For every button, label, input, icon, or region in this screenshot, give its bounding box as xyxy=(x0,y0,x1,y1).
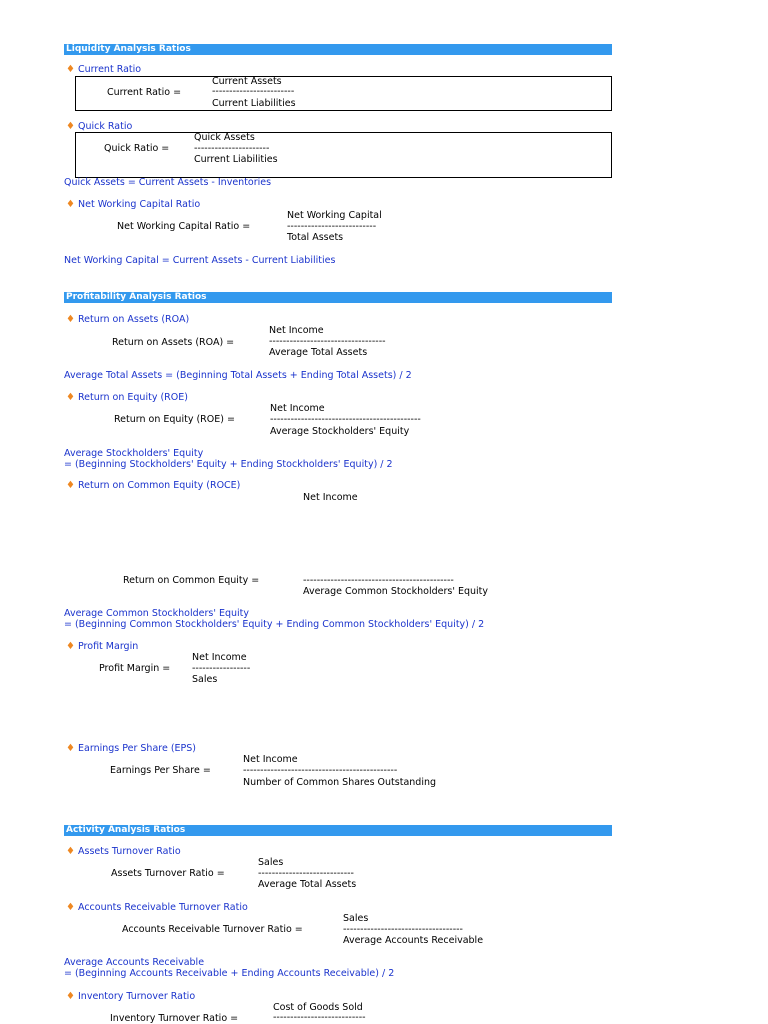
formula-numerator: Sales xyxy=(343,913,369,924)
formula-denominator: Current Liabilities xyxy=(194,154,278,165)
heading-ar-turnover: ♦ Accounts Receivable Turnover Ratio xyxy=(66,902,248,913)
formula-divider: ----------------------------------------… xyxy=(270,414,421,425)
formula-divider: ----------------- xyxy=(192,663,251,674)
formula-label: Assets Turnover Ratio = xyxy=(111,868,225,879)
heading-roce: ♦ Return on Common Equity (ROCE) xyxy=(66,480,241,491)
formula-divider: ---------------------------------- xyxy=(269,336,386,347)
heading-profit-margin: ♦ Profit Margin xyxy=(66,641,139,652)
diamond-bullet-icon: ♦ xyxy=(66,64,75,75)
formula-denominator: Sales xyxy=(192,674,218,685)
formula-numerator: Sales xyxy=(258,857,284,868)
heading-asset-turnover: ♦ Assets Turnover Ratio xyxy=(66,846,181,857)
heading-roe: ♦ Return on Equity (ROE) xyxy=(66,392,188,403)
formula-divider: ------------------------ xyxy=(212,86,295,97)
diamond-bullet-icon: ♦ xyxy=(66,121,75,132)
formula-numerator: Net Income xyxy=(303,492,358,503)
formula-numerator: Net Income xyxy=(269,325,324,336)
formula-label: Inventory Turnover Ratio = xyxy=(110,1013,239,1024)
formula-denominator: Current Liabilities xyxy=(212,98,296,109)
diamond-bullet-icon: ♦ xyxy=(66,902,75,913)
formula-numerator: Net Income xyxy=(192,652,247,663)
formula-divider: ---------------------- xyxy=(194,143,270,154)
formula-numerator: Net Working Capital xyxy=(287,210,382,221)
diamond-bullet-icon: ♦ xyxy=(66,991,75,1002)
formula-divider: ----------------------------------- xyxy=(343,924,463,935)
formula-label: Quick Ratio = xyxy=(104,143,170,154)
formula-denominator: Average Common Stockholders' Equity xyxy=(303,586,489,597)
heading-quick-ratio: ♦ Quick Ratio xyxy=(66,121,133,132)
formula-label: Current Ratio = xyxy=(107,87,182,98)
definition-note: = (Beginning Common Stockholders' Equity… xyxy=(64,619,485,630)
formula-label: Profit Margin = xyxy=(99,663,171,674)
heading-inventory-turnover: ♦ Inventory Turnover Ratio xyxy=(66,991,196,1002)
heading-eps: ♦ Earnings Per Share (EPS) xyxy=(66,743,197,754)
formula-numerator: Quick Assets xyxy=(194,132,255,143)
formula-denominator: Average Accounts Receivable xyxy=(343,935,484,946)
formula-numerator: Net Income xyxy=(270,403,325,414)
definition-note: Quick Assets = Current Assets - Inventor… xyxy=(64,177,272,188)
formula-divider: ----------------------------------------… xyxy=(243,765,398,776)
formula-divider: --------------------------- xyxy=(273,1012,366,1023)
formula-denominator: Average Total Assets xyxy=(258,879,357,890)
diamond-bullet-icon: ♦ xyxy=(66,846,75,857)
formula-numerator: Net Income xyxy=(243,754,298,765)
formula-box-quick-ratio xyxy=(75,132,612,178)
heading-nwc-ratio: ♦ Net Working Capital Ratio xyxy=(66,199,201,210)
section-header-activity: Activity Analysis Ratios xyxy=(64,825,612,836)
heading-roa: ♦ Return on Assets (ROA) xyxy=(66,314,190,325)
definition-note: Average Common Stockholders' Equity xyxy=(64,608,250,619)
formula-denominator: Average Stockholders' Equity xyxy=(270,426,410,437)
diamond-bullet-icon: ♦ xyxy=(66,641,75,652)
definition-note: Average Accounts Receivable xyxy=(64,957,205,968)
formula-denominator: Total Assets xyxy=(287,232,344,243)
definition-note: Average Total Assets = (Beginning Total … xyxy=(64,370,412,381)
heading-current-ratio: ♦ Current Ratio xyxy=(66,64,142,75)
formula-label: Net Working Capital Ratio = xyxy=(117,221,251,232)
formula-divider: ---------------------------- xyxy=(258,868,354,879)
diamond-bullet-icon: ♦ xyxy=(66,199,75,210)
formula-denominator: Number of Common Shares Outstanding xyxy=(243,777,437,788)
definition-note: = (Beginning Stockholders' Equity + Endi… xyxy=(64,459,393,470)
section-header-profitability: Profitability Analysis Ratios xyxy=(64,292,612,303)
diamond-bullet-icon: ♦ xyxy=(66,314,75,325)
definition-note: = (Beginning Accounts Receivable + Endin… xyxy=(64,968,395,979)
formula-divider: -------------------------- xyxy=(287,221,377,232)
formula-divider: ----------------------------------------… xyxy=(303,575,454,586)
formula-label: Return on Equity (ROE) = xyxy=(114,414,235,425)
diamond-bullet-icon: ♦ xyxy=(66,743,75,754)
formula-label: Accounts Receivable Turnover Ratio = xyxy=(122,924,303,935)
definition-note: Net Working Capital = Current Assets - C… xyxy=(64,255,336,266)
diamond-bullet-icon: ♦ xyxy=(66,392,75,403)
section-header-liquidity: Liquidity Analysis Ratios xyxy=(64,44,612,55)
formula-label: Return on Common Equity = xyxy=(123,575,260,586)
diamond-bullet-icon: ♦ xyxy=(66,480,75,491)
formula-denominator: Average Total Assets xyxy=(269,347,368,358)
formula-label: Return on Assets (ROA) = xyxy=(112,337,235,348)
formula-label: Earnings Per Share = xyxy=(110,765,211,776)
definition-note: Average Stockholders' Equity xyxy=(64,448,204,459)
